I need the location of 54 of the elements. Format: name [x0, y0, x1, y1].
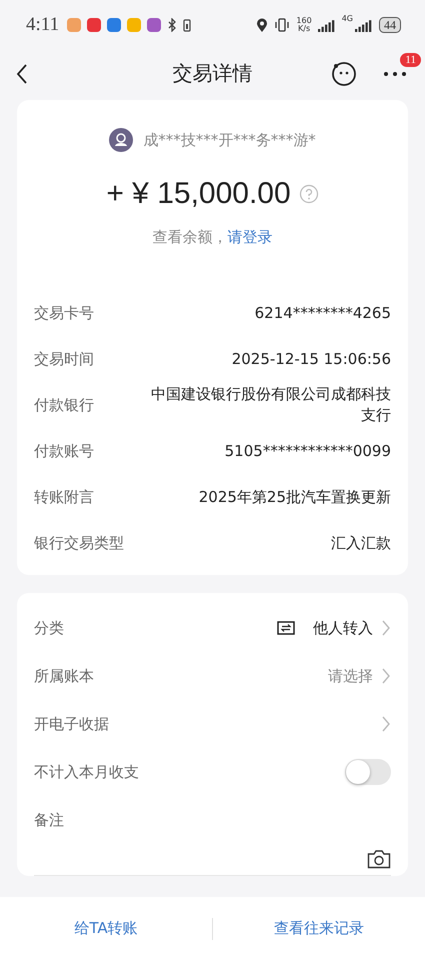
- battery-saver-icon: [183, 18, 192, 32]
- action-button[interactable]: 给TA转账: [0, 908, 212, 948]
- chevron-icon[interactable]: [381, 715, 391, 733]
- page-title: 交易详情: [172, 60, 254, 87]
- detail-label: 交易卡号: [34, 304, 94, 322]
- help-icon[interactable]: [298, 184, 319, 204]
- app-icon: [147, 18, 162, 32]
- setting-label: 备注: [34, 810, 65, 830]
- setting-label: 开电子收据: [34, 714, 110, 734]
- back-icon[interactable]: [16, 64, 28, 84]
- setting-value: 请选择: [328, 666, 373, 686]
- detail-value: 5105************0099: [224, 440, 391, 462]
- avatar-icon: [109, 128, 134, 152]
- speed-unit: K/s: [297, 25, 312, 33]
- app-icon: [107, 18, 122, 32]
- setting-label: 不计入本月收支: [34, 762, 140, 782]
- detail-label: 交易时间: [34, 350, 94, 368]
- chevron-icon[interactable]: [381, 619, 391, 637]
- setting-label: 分类: [34, 618, 65, 638]
- detail-value: 6214********4265: [254, 302, 391, 324]
- detail-value: 2025年第25批汽车置换更新: [198, 486, 391, 508]
- action-button[interactable]: 查看往来记录: [213, 908, 425, 948]
- app-icon: [67, 18, 82, 32]
- chevron-icon[interactable]: [381, 667, 391, 685]
- vibrate-icon: [274, 18, 290, 32]
- balance-prompt: 查看余额，: [152, 228, 228, 246]
- status-time: 4:11: [26, 14, 60, 36]
- detail-label: 付款银行: [34, 396, 94, 414]
- detail-value: 中国建设银行股份有限公司成都科技支行: [151, 384, 391, 426]
- app-icon: [87, 18, 102, 32]
- detail-label: 付款账号: [34, 442, 94, 460]
- payer-name: 成***技***开***务***游*: [143, 130, 316, 150]
- more-icon[interactable]: [383, 70, 407, 76]
- signal-icon: [318, 18, 336, 32]
- smiley-icon[interactable]: [331, 60, 357, 86]
- amount: + ¥ 15,000.00: [106, 177, 291, 211]
- login-link[interactable]: 请登录: [228, 228, 272, 246]
- detail-value: 2025-12-15 15:06:56: [232, 348, 391, 370]
- network-speed: 160: [296, 17, 312, 25]
- setting-label: 所属账本: [34, 666, 95, 686]
- transfer-icon: [277, 621, 295, 635]
- camera-icon[interactable]: [367, 848, 391, 868]
- app-icon: [127, 18, 142, 32]
- network-type: 4G: [342, 14, 353, 23]
- detail-value: 汇入汇款: [331, 532, 391, 554]
- toggle-switch[interactable]: [345, 759, 391, 785]
- location-icon: [256, 18, 268, 32]
- notification-badge: 11: [400, 52, 421, 66]
- signal-icon: [355, 18, 373, 32]
- setting-value: 他人转入: [313, 618, 373, 638]
- bluetooth-icon: [167, 18, 178, 32]
- detail-label: 银行交易类型: [34, 534, 124, 552]
- detail-label: 转账附言: [34, 488, 94, 506]
- battery-level: 44: [379, 17, 401, 33]
